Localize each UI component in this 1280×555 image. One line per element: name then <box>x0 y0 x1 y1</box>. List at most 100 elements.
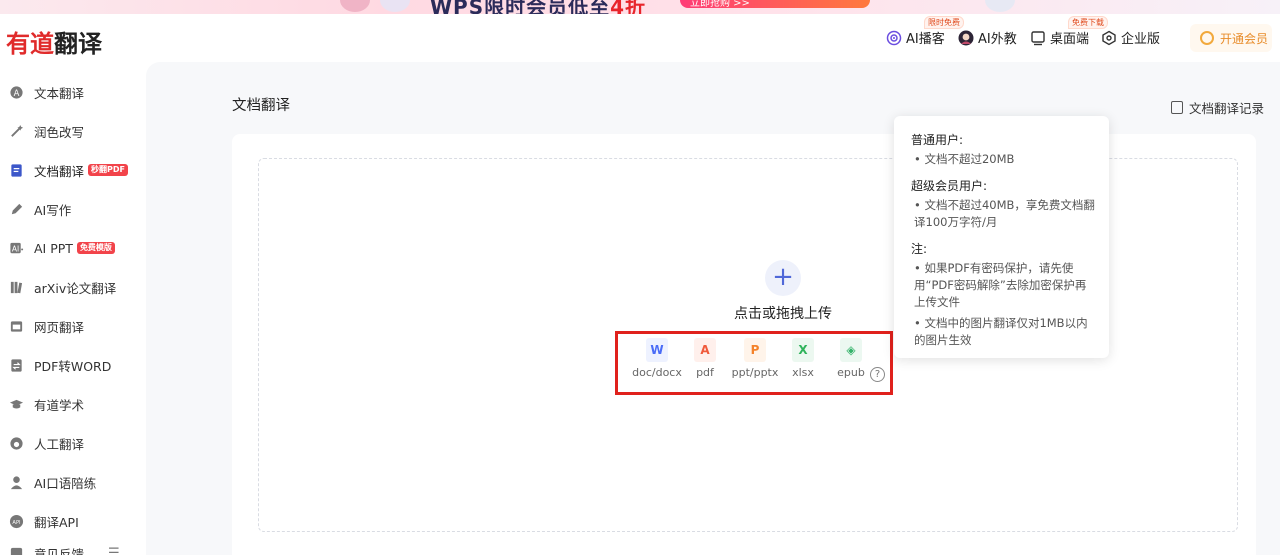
headset-icon <box>8 435 24 451</box>
tooltip-super-title: 超级会员用户: <box>911 179 988 193</box>
tooltip-note-line: • 如果PDF有密码保护，请先使用“PDF密码解除”去除加密保护再上传文件 <box>914 261 1087 309</box>
sidebar-item-text-translate[interactable]: A 文本翻译 <box>8 81 84 103</box>
person-icon <box>8 474 24 490</box>
sidebar-item-arxiv[interactable]: arXiv论文翻译 <box>8 276 116 298</box>
nav-ai-tutor[interactable]: AI外教 <box>958 28 1017 47</box>
format-ppt: P ppt/pptx <box>730 338 780 379</box>
main-panel: 文档翻译 文档翻译记录 + 点击或拖拽上传 W doc/docx A pdf P… <box>146 62 1280 555</box>
enterprise-icon <box>1101 30 1117 46</box>
tooltip-super-line: • 文档不超过40MB，享免费文档翻译100万字符/月 <box>914 198 1095 229</box>
sidebar-tag: 免费模版 <box>76 242 115 254</box>
sidebar-item-doc-translate[interactable]: 文档翻译 秒翻PDF <box>8 159 128 181</box>
sidebar-item-api[interactable]: API 翻译API <box>8 510 79 532</box>
nav-ai-podcast[interactable]: AI播客 限时免费 <box>886 16 964 47</box>
help-icon[interactable]: ? <box>870 367 885 382</box>
banner-decoration <box>340 0 370 12</box>
vip-button[interactable]: 开通会员 <box>1190 24 1272 52</box>
sidebar-item-web-translate[interactable]: 网页翻译 <box>8 315 84 337</box>
api-icon: API <box>8 513 24 529</box>
sidebar-item-ai-writing[interactable]: AI写作 <box>8 198 71 220</box>
nav-label: 企业版 <box>1121 32 1161 47</box>
sidebar-item-label: 翻译API <box>34 514 79 530</box>
tooltip-normal-title: 普通用户: <box>911 133 964 147</box>
convert-icon <box>8 357 24 373</box>
coin-icon <box>1200 31 1214 45</box>
ppt-icon: AI <box>8 240 24 256</box>
sidebar-item-label: 意见反馈 <box>34 546 85 555</box>
banner-cta[interactable]: 立即抢购 >> <box>680 0 870 9</box>
nav-enterprise[interactable]: 企业版 <box>1101 28 1160 47</box>
text-translate-icon: A <box>8 84 24 100</box>
format-epub: ◈ epub <box>835 338 867 379</box>
sidebar-item-label: arXiv论文翻译 <box>34 280 117 296</box>
doc-translate-history-link[interactable]: 文档翻译记录 <box>1170 98 1264 117</box>
avatar-icon <box>958 30 974 46</box>
format-label: ppt/pptx <box>731 366 779 379</box>
webpage-icon <box>8 318 24 334</box>
sidebar-item-label: 文本翻译 <box>34 85 85 101</box>
tooltip-normal-line: • 文档不超过20MB <box>914 152 1015 166</box>
top-header: 有道翻译 AI播客 限时免费 AI外教 桌面端 免费下载 企业版 开通会员 <box>0 14 1280 62</box>
sidebar-item-label: 人工翻译 <box>34 436 85 452</box>
svg-text:API: API <box>12 519 21 525</box>
sidebar-item-label: PDF转WORD <box>34 358 112 374</box>
books-icon <box>8 279 24 295</box>
banner-headline: WPS限时会员低至4折 <box>430 0 647 14</box>
sidebar-item-label: AI写作 <box>34 202 72 218</box>
format-xlsx: X xlsx <box>788 338 818 379</box>
format-pdf: A pdf <box>690 338 720 379</box>
upload-hint: 点击或拖拽上传 <box>734 306 832 322</box>
pdf-file-icon: A <box>694 338 716 362</box>
excel-file-icon: X <box>792 338 814 362</box>
logo[interactable]: 有道翻译 <box>6 24 102 59</box>
history-icon <box>1170 101 1183 114</box>
document-icon <box>8 162 24 178</box>
graduation-cap-icon <box>8 396 24 412</box>
sidebar-item-label: AI口语陪练 <box>34 475 97 491</box>
supported-formats: W doc/docx A pdf P ppt/pptx X xlsx ◈ epu… <box>615 331 893 395</box>
format-limits-tooltip: 普通用户: • 文档不超过20MB 超级会员用户: • 文档不超过40MB，享免… <box>894 116 1109 358</box>
sidebar-item-label: 文档翻译 <box>34 163 85 179</box>
word-file-icon: W <box>646 338 668 362</box>
vip-label: 开通会员 <box>1220 31 1269 46</box>
feedback-icon <box>8 545 24 555</box>
podcast-icon <box>886 30 902 46</box>
sidebar-item-polish[interactable]: 润色改写 <box>8 120 84 142</box>
tooltip-note-line: • 文档中的图片翻译仅对1MB以内的图片生效 <box>914 316 1088 347</box>
sidebar-item-ai-ppt[interactable]: AI AI PPT 免费模版 <box>8 237 115 259</box>
format-label: epub <box>837 366 865 379</box>
svg-text:A: A <box>13 87 19 97</box>
magic-wand-icon <box>8 123 24 139</box>
page-title: 文档翻译 <box>232 98 290 114</box>
nav-label: 桌面端 <box>1050 32 1090 47</box>
banner-decoration <box>985 0 1015 12</box>
nav-label: AI外教 <box>978 32 1017 47</box>
nav-desktop[interactable]: 桌面端 免费下载 <box>1030 16 1108 47</box>
sidebar-item-human-translate[interactable]: 人工翻译 <box>8 432 84 454</box>
plus-icon[interactable]: + <box>765 260 801 296</box>
format-label: xlsx <box>792 366 814 379</box>
sidebar-item-label: 有道学术 <box>34 397 85 413</box>
format-label: pdf <box>696 366 714 379</box>
menu-collapse-icon[interactable]: ☰ <box>108 546 120 555</box>
banner-decoration <box>380 0 410 12</box>
sidebar-item-pdf-to-word[interactable]: PDF转WORD <box>8 354 111 376</box>
sidebar-item-label: AI PPT <box>34 240 73 256</box>
desktop-icon <box>1030 30 1046 46</box>
sidebar: A 文本翻译 润色改写 文档翻译 秒翻PDF AI写作 AI AI PPT 免费… <box>0 62 140 555</box>
history-label: 文档翻译记录 <box>1188 101 1264 116</box>
sidebar-item-label: 网页翻译 <box>34 319 85 335</box>
sidebar-item-feedback[interactable]: 意见反馈 ☰ <box>8 542 120 555</box>
sidebar-item-academic[interactable]: 有道学术 <box>8 393 84 415</box>
sidebar-item-oral-practice[interactable]: AI口语陪练 <box>8 471 96 493</box>
svg-text:AI: AI <box>11 244 18 253</box>
promo-banner[interactable]: WPS限时会员低至4折 立即抢购 >> <box>0 0 1280 14</box>
sidebar-tag: 秒翻PDF <box>88 164 128 176</box>
ppt-file-icon: P <box>744 338 766 362</box>
sidebar-item-label: 润色改写 <box>34 124 85 140</box>
pen-icon <box>8 201 24 217</box>
format-label: doc/docx <box>632 366 682 379</box>
nav-label: AI播客 <box>906 32 945 47</box>
tooltip-note-title: 注: <box>911 242 928 256</box>
epub-file-icon: ◈ <box>840 338 862 362</box>
